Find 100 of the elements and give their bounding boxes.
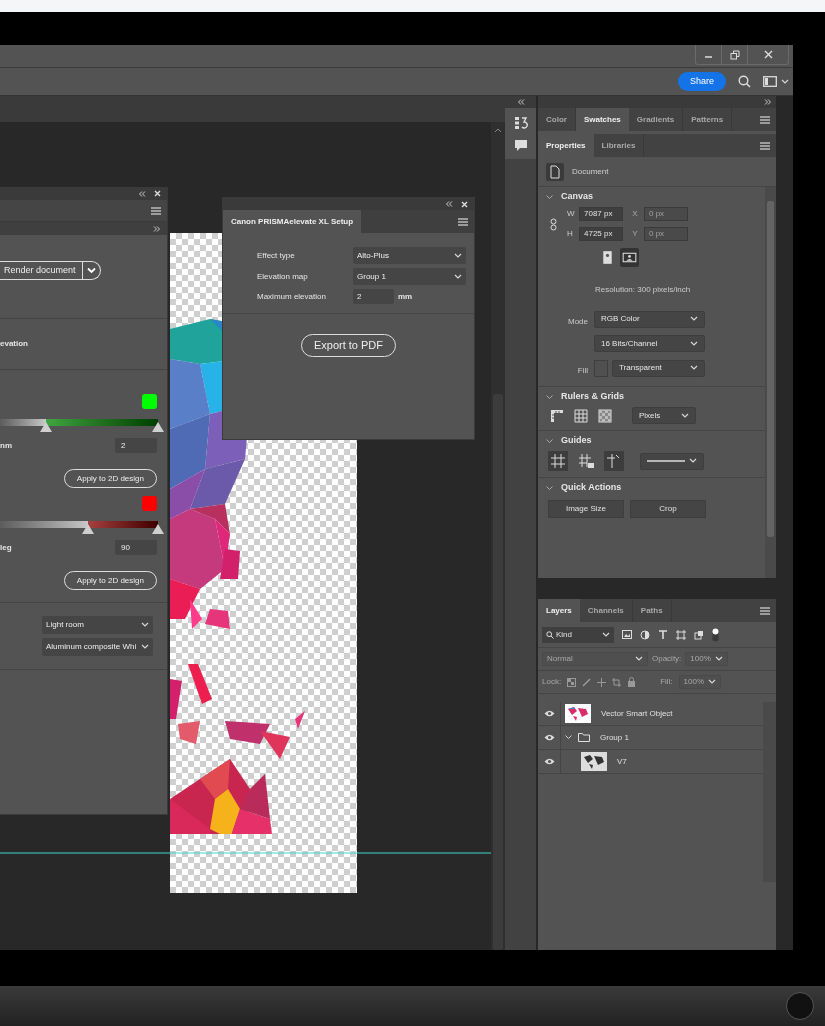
dropdown[interactable]: Group 1: [353, 268, 466, 285]
chevron-down-icon: [690, 316, 698, 322]
number-field[interactable]: 2: [353, 289, 394, 304]
field-label: Effect type: [257, 249, 296, 262]
vertical-scrollbar[interactable]: [491, 122, 505, 950]
input-field[interactable]: 0 px: [644, 207, 688, 221]
menu-icon[interactable]: [760, 141, 770, 150]
menu-icon[interactable]: [760, 606, 770, 615]
close-icon[interactable]: [461, 200, 468, 208]
history-icon[interactable]: [513, 116, 528, 130]
line-style-dropdown[interactable]: [640, 452, 704, 470]
double-chevron-left-icon[interactable]: [445, 201, 453, 207]
double-chevron-right-icon[interactable]: [153, 225, 161, 232]
layer-row[interactable]: Group 1: [538, 726, 763, 750]
layer-row[interactable]: Vector Smart Object: [538, 702, 763, 726]
panel-tab[interactable]: Canon PRISMAelevate XL Setup: [223, 210, 362, 233]
adjustment-filter-icon[interactable]: [640, 629, 650, 640]
section-label: evation: [0, 338, 28, 350]
double-chevron-left-icon[interactable]: [516, 99, 525, 105]
unit-label: mm: [398, 290, 413, 303]
move-icon[interactable]: [597, 677, 607, 687]
scroll-up-icon[interactable]: [494, 127, 502, 133]
chevron-down-icon[interactable]: [546, 394, 553, 400]
resolution-text: Resolution: 300 pixels/inch: [595, 285, 691, 294]
input-field[interactable]: 4725 px: [579, 227, 623, 241]
eye-icon[interactable]: [543, 758, 555, 765]
dropdown[interactable]: Aluminum composite Whi: [42, 638, 153, 656]
opacity-label: Opacity:: [652, 653, 682, 665]
eye-icon[interactable]: [543, 734, 555, 741]
filter-toggle-icon[interactable]: [712, 627, 719, 642]
quick-action-button[interactable]: Crop: [630, 500, 706, 518]
color-swatch[interactable]: [142, 394, 157, 409]
gradient-slider[interactable]: [0, 521, 164, 534]
dropdown[interactable]: RGB Color: [594, 310, 705, 328]
dropdown[interactable]: Alto-Plus: [353, 247, 466, 264]
menu-icon[interactable]: [760, 115, 770, 124]
layer-thumbnail: [581, 752, 607, 771]
field-label: Y: [631, 228, 639, 240]
layer-row[interactable]: V7: [538, 750, 763, 774]
crop-icon[interactable]: [612, 677, 622, 687]
menu-icon[interactable]: [151, 206, 161, 215]
input-field[interactable]: 7087 px: [579, 207, 623, 221]
quick-action-button[interactable]: Image Size: [548, 500, 624, 518]
workspace-icon[interactable]: [763, 76, 777, 87]
chevron-down-icon: [602, 631, 610, 638]
type-filter-icon[interactable]: [658, 629, 668, 640]
slider-thumb[interactable]: [39, 422, 52, 432]
slider-thumb[interactable]: [82, 524, 95, 534]
color-swatch[interactable]: [142, 496, 157, 511]
comment-icon[interactable]: [514, 140, 527, 151]
lock-pixels-icon[interactable]: [567, 677, 577, 687]
chevron-down-icon[interactable]: [546, 438, 553, 444]
field-label: W: [567, 208, 576, 220]
number-field[interactable]: 2: [115, 438, 157, 453]
chevron-down-icon: [454, 273, 462, 280]
field-label: Maximum elevation: [257, 290, 327, 303]
chevron-down-icon: [681, 412, 689, 419]
dropdown[interactable]: Light room: [42, 616, 153, 634]
field-label: H: [567, 228, 574, 240]
chevron-down-icon[interactable]: [565, 735, 572, 740]
guides-icon[interactable]: [548, 451, 568, 471]
image-filter-icon[interactable]: [622, 630, 632, 639]
panel-tab[interactable]: Swatches: [575, 108, 629, 131]
dropdown[interactable]: Pixels: [632, 407, 696, 424]
lock-label: Lock:: [542, 676, 562, 688]
landscape-icon[interactable]: [620, 248, 639, 267]
number-field[interactable]: 90: [115, 540, 157, 555]
dropdown[interactable]: Transparent: [612, 359, 705, 377]
chevron-down-icon[interactable]: [546, 485, 553, 491]
gradient-slider[interactable]: [0, 419, 164, 432]
panel-tab[interactable]: Properties: [538, 134, 594, 157]
double-chevron-right-icon[interactable]: [764, 99, 772, 105]
smart-object-filter-icon[interactable]: [694, 629, 704, 640]
panel-tab[interactable]: Layers: [538, 599, 580, 622]
ruler-icon[interactable]: [550, 408, 564, 423]
panel-scrollbar[interactable]: [765, 187, 776, 578]
close-icon[interactable]: [154, 190, 161, 197]
field-label: Elevation map: [257, 270, 309, 283]
brush-icon[interactable]: [582, 677, 592, 687]
shape-filter-icon[interactable]: [676, 629, 686, 640]
dropdown[interactable]: 16 Bits/Channel: [594, 335, 705, 352]
checkerboard-icon[interactable]: [598, 408, 612, 423]
field-label: Fill: [577, 366, 588, 375]
smart-guides-icon[interactable]: [604, 451, 624, 471]
slider-thumb[interactable]: [152, 524, 164, 534]
chevron-down-icon: [454, 252, 462, 259]
slider-thumb[interactable]: [152, 422, 164, 432]
input-field[interactable]: 0 px: [644, 227, 688, 241]
chevron-down-icon[interactable]: [546, 194, 553, 200]
eye-icon[interactable]: [543, 710, 555, 717]
chevron-down-icon: [781, 78, 789, 85]
locked-guides-icon[interactable]: [576, 451, 596, 471]
scrollbar-thumb[interactable]: [493, 394, 503, 950]
lock-icon[interactable]: [627, 677, 637, 687]
grid-icon[interactable]: [574, 408, 588, 423]
double-chevron-left-icon[interactable]: [138, 190, 146, 197]
link-icon[interactable]: [550, 217, 557, 231]
share-button[interactable]: Share: [677, 72, 726, 91]
menu-icon[interactable]: [458, 217, 468, 226]
search-icon[interactable]: [738, 75, 751, 88]
